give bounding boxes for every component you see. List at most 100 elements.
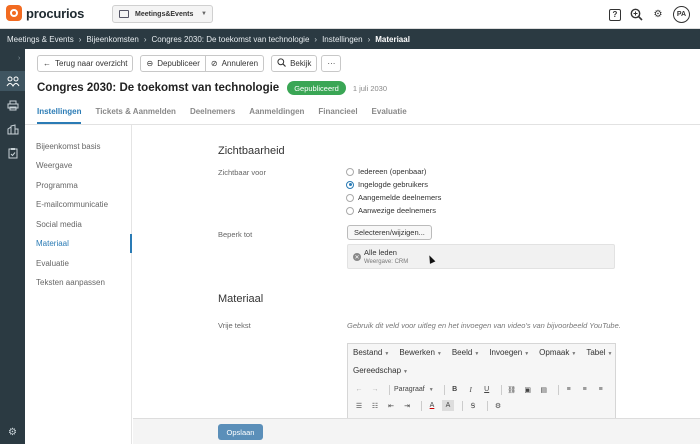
rail-buildings-icon[interactable] (0, 119, 25, 139)
more-options-button[interactable]: ··· (321, 55, 342, 72)
menu-bewerken[interactable]: Bewerken ▼ (399, 348, 442, 357)
numbered-list-icon[interactable]: ☷ (369, 400, 381, 411)
search-icon[interactable] (629, 8, 643, 22)
radio-button[interactable] (346, 167, 354, 176)
restrict-to-label: Beperk tot (218, 230, 253, 239)
subnav-item-bijeenkomst-basis[interactable]: Bijeenkomst basis (36, 142, 100, 151)
select-change-button[interactable]: Selecteren/wijzigen... (347, 225, 432, 240)
footer-bar: Opslaan (133, 418, 700, 444)
tab-evaluatie[interactable]: Evaluatie (372, 104, 407, 124)
tab-aanmeldingen[interactable]: Aanmeldingen (249, 104, 304, 124)
italic-icon[interactable]: I (465, 384, 477, 395)
menu-beeld[interactable]: Beeld ▼ (452, 348, 479, 357)
radio-label: Aanwezige deelnemers (358, 206, 436, 215)
unpublish-label: Depubliceer (157, 59, 200, 68)
subnav-item-materiaal[interactable]: Materiaal (36, 239, 69, 248)
menu-invoegen[interactable]: Invoegen ▼ (489, 348, 529, 357)
unpublish-button[interactable]: ⊖ Depubliceer (140, 55, 206, 72)
subnav-item-social-media[interactable]: Social media (36, 220, 82, 229)
undo-icon[interactable]: ← (353, 384, 365, 395)
gear-icon[interactable]: ⚙ (651, 8, 665, 22)
bullet-list-icon[interactable]: ☰ (353, 400, 365, 411)
radio-registered-participants[interactable]: Aangemelde deelnemers (346, 193, 441, 202)
top-icons: ? ⚙ PA (609, 6, 690, 23)
outdent-icon[interactable]: ⇤ (385, 400, 397, 411)
breadcrumb-separator-icon: › (78, 34, 82, 44)
media-icon[interactable]: ▤ (538, 384, 550, 395)
subnav-item-programma[interactable]: Programma (36, 181, 78, 190)
text-color-icon[interactable]: A (426, 400, 438, 411)
breadcrumb-item[interactable]: Bijeenkomsten (86, 35, 138, 44)
rail-meetings-icon[interactable] (0, 71, 25, 91)
title-row: Congres 2030: De toekomst van technologi… (37, 81, 387, 95)
rail-print-icon[interactable] (0, 95, 25, 115)
align-left-icon[interactable]: ≡ (563, 384, 575, 395)
radio-button[interactable] (346, 206, 354, 215)
tab-tickets-aanmelden[interactable]: Tickets & Aanmelden (95, 104, 175, 124)
background-color-icon[interactable]: A (442, 400, 454, 411)
page-title: Congres 2030: De toekomst van technologi… (37, 82, 280, 94)
underline-icon[interactable]: U (481, 384, 493, 395)
tab-instellingen[interactable]: Instellingen (37, 104, 82, 124)
align-right-icon[interactable]: ≡ (595, 384, 607, 395)
minus-circle-icon: ⊖ (146, 59, 154, 68)
free-text-hint: Gebruik dit veld voor uitleg en het invo… (347, 321, 621, 330)
subnav-item-teksten-aanpassen[interactable]: Teksten aanpassen (36, 278, 105, 287)
member-group-title: Alle leden (364, 248, 397, 257)
radio-logged-in-users[interactable]: Ingelogde gebruikers (346, 180, 428, 189)
chevron-right-icon[interactable]: › (18, 55, 20, 62)
back-to-overview-button[interactable]: ← Terug naar overzicht (37, 55, 134, 72)
member-group-source: Weergave: CRM (364, 259, 409, 265)
clear-format-icon[interactable]: Ꞩ (467, 400, 479, 411)
visible-for-label: Zichtbaar voor (218, 168, 266, 177)
main-tabs: Instellingen Tickets & Aanmelden Deelnem… (37, 104, 407, 124)
rail-settings-gear-icon[interactable]: ⚙ (0, 422, 25, 442)
radio-label: Ingelogde gebruikers (358, 180, 429, 189)
menu-opmaak[interactable]: Opmaak ▼ (539, 348, 576, 357)
breadcrumb-item[interactable]: Instellingen (322, 35, 362, 44)
back-to-overview-label: Terug naar overzicht (55, 59, 128, 68)
radio-present-participants[interactable]: Aanwezige deelnemers (346, 206, 436, 215)
toolbar-divider (389, 384, 390, 395)
toolbar-divider (462, 400, 463, 411)
logo[interactable]: procurios (6, 5, 84, 21)
breadcrumb-item[interactable]: Congres 2030: De toekomst van technologi… (152, 35, 310, 44)
editor-toolbar-row2: ☰ ☷ ⇤ ⇥ A A Ꞩ ⚙ (353, 400, 508, 411)
menu-tabel[interactable]: Tabel ▼ (586, 348, 612, 357)
radio-button-selected[interactable] (346, 180, 354, 189)
visibility-section-title: Zichtbaarheid (218, 145, 285, 157)
editor-menubar: Bestand ▼ Bewerken ▼ Beeld ▼ Invoegen ▼ Opma… (353, 348, 612, 357)
tab-deelnemers[interactable]: Deelnemers (190, 104, 235, 124)
remove-icon[interactable]: ✕ (353, 253, 361, 261)
view-button[interactable]: Bekijk (271, 55, 318, 72)
subnav-item-weergave[interactable]: Weergave (36, 161, 72, 170)
logo-text: procurios (26, 5, 85, 21)
app-selector[interactable]: Meetings&Events ▼ (112, 5, 213, 23)
menu-bestand[interactable]: Bestand ▼ (353, 348, 389, 357)
redo-icon[interactable]: → (369, 384, 381, 395)
tools-gear-icon[interactable]: ⚙ (492, 400, 504, 411)
breadcrumb-item[interactable]: Meetings & Events (7, 35, 74, 44)
rich-text-editor: Bestand ▼ Bewerken ▼ Beeld ▼ Invoegen ▼ Opma… (347, 343, 616, 423)
subnav-item-evaluatie[interactable]: Evaluatie (36, 259, 69, 268)
bold-icon[interactable]: B (449, 384, 461, 395)
avatar[interactable]: PA (673, 6, 690, 23)
image-icon[interactable]: ▣ (522, 384, 534, 395)
align-center-icon[interactable]: ≡ (579, 384, 591, 395)
rail-clipboard-icon[interactable] (0, 143, 25, 163)
radio-button[interactable] (346, 193, 354, 202)
cancel-button[interactable]: ⊘ Annuleren (205, 55, 265, 72)
help-icon[interactable]: ? (609, 8, 621, 21)
menu-gereedschap[interactable]: Gereedschap ▼ (353, 366, 408, 375)
paragraph-format-select[interactable]: Paragraaf ▼ (394, 386, 434, 393)
indent-icon[interactable]: ⇥ (401, 400, 413, 411)
subnav-item-e-mailcommunicatie[interactable]: E-mailcommunicatie (36, 200, 108, 209)
save-button[interactable]: Opslaan (218, 424, 263, 440)
radio-everyone[interactable]: Iedereen (openbaar) (346, 167, 426, 176)
main-content: Zichtbaarheid Zichtbaar voor Iedereen (o… (133, 125, 700, 423)
link-icon[interactable]: ⛓ (506, 384, 518, 395)
icon-rail: › ⚙ (0, 49, 25, 444)
tab-financieel[interactable]: Financieel (318, 104, 357, 124)
toolbar-divider (421, 400, 422, 411)
event-date: 1 juli 2030 (352, 83, 388, 93)
